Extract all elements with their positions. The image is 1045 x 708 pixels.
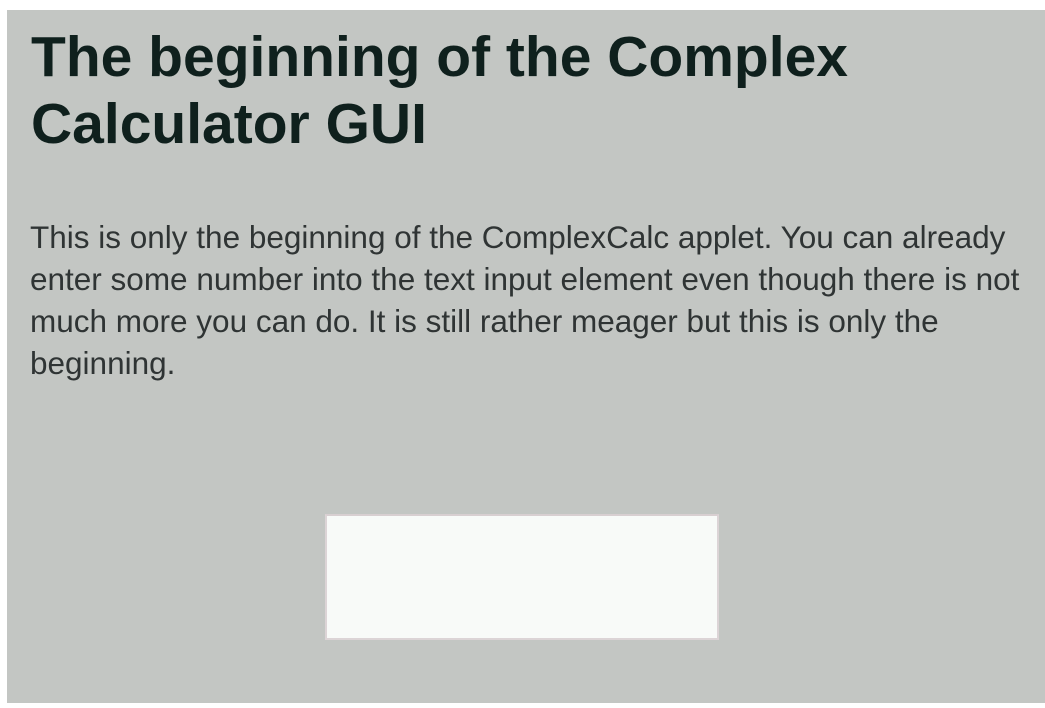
applet-panel: The beginning of the Complex Calculator … — [7, 10, 1045, 703]
description-text: This is only the beginning of the Comple… — [30, 219, 1020, 381]
number-input-field[interactable] — [325, 514, 719, 640]
page-title: The beginning of the Complex Calculator … — [31, 25, 848, 156]
